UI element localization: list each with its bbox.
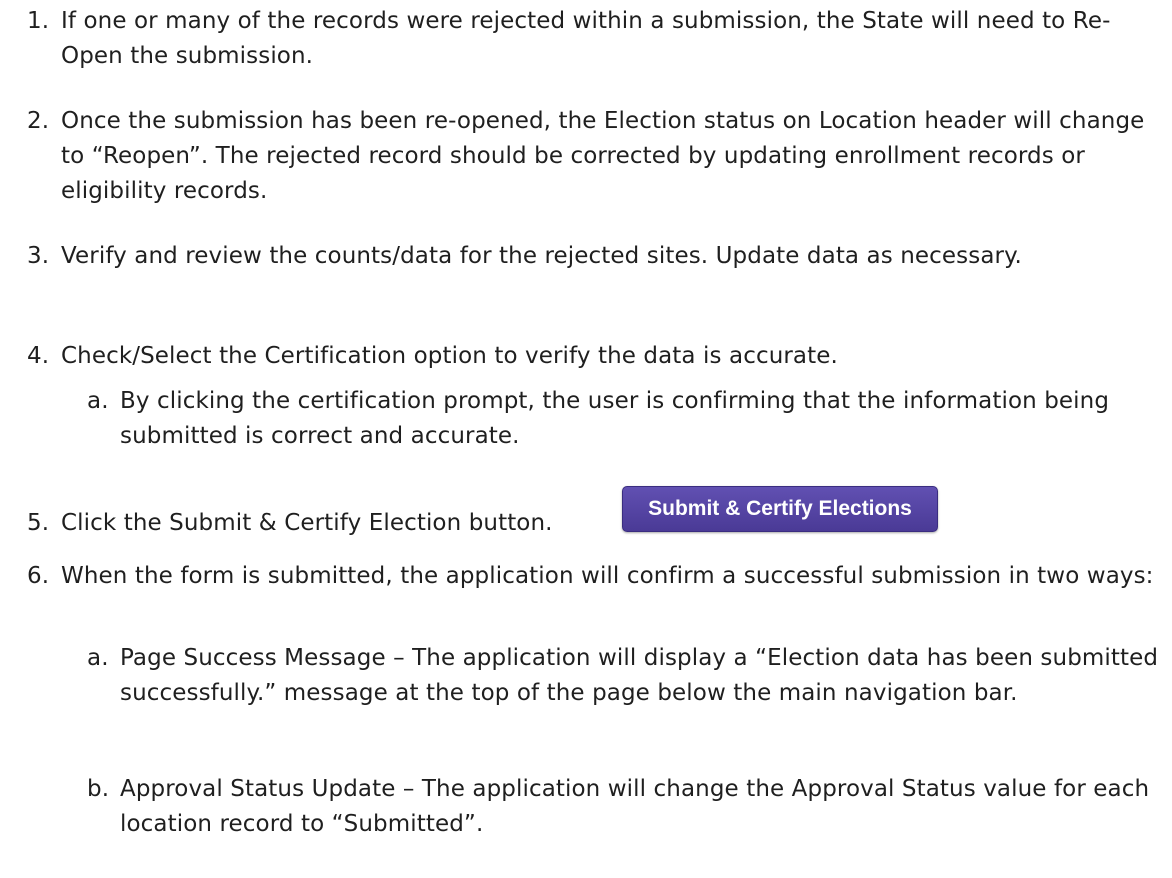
step-number: 4. <box>27 343 50 369</box>
substep-text: By clicking the certification prompt, th… <box>120 388 1110 449</box>
substep-text: Page Success Message – The application w… <box>120 645 1159 706</box>
substep-text: Approval Status Update – The application… <box>120 776 1150 837</box>
step-number: 5. <box>27 510 50 536</box>
substep-letter: a. <box>87 645 109 671</box>
submit-certify-elections-button[interactable]: Submit & Certify Elections <box>622 486 938 532</box>
step-text: Verify and review the counts/data for th… <box>61 243 1022 269</box>
substep-letter: b. <box>87 776 110 802</box>
step-text: When the form is submitted, the applicat… <box>61 563 1154 589</box>
step-text: Once the submission has been re-opened, … <box>61 108 1145 204</box>
step-number: 1. <box>27 8 50 34</box>
step-text: If one or many of the records were rejec… <box>61 8 1111 69</box>
document-page: 1. If one or many of the records were re… <box>0 0 1172 878</box>
substep-letter: a. <box>87 388 109 414</box>
step-number: 6. <box>27 563 50 589</box>
step-text: Click the Submit & Certify Election butt… <box>61 510 553 536</box>
step-number: 2. <box>27 108 50 134</box>
step-text: Check/Select the Certification option to… <box>61 343 838 369</box>
step-number: 3. <box>27 243 50 269</box>
